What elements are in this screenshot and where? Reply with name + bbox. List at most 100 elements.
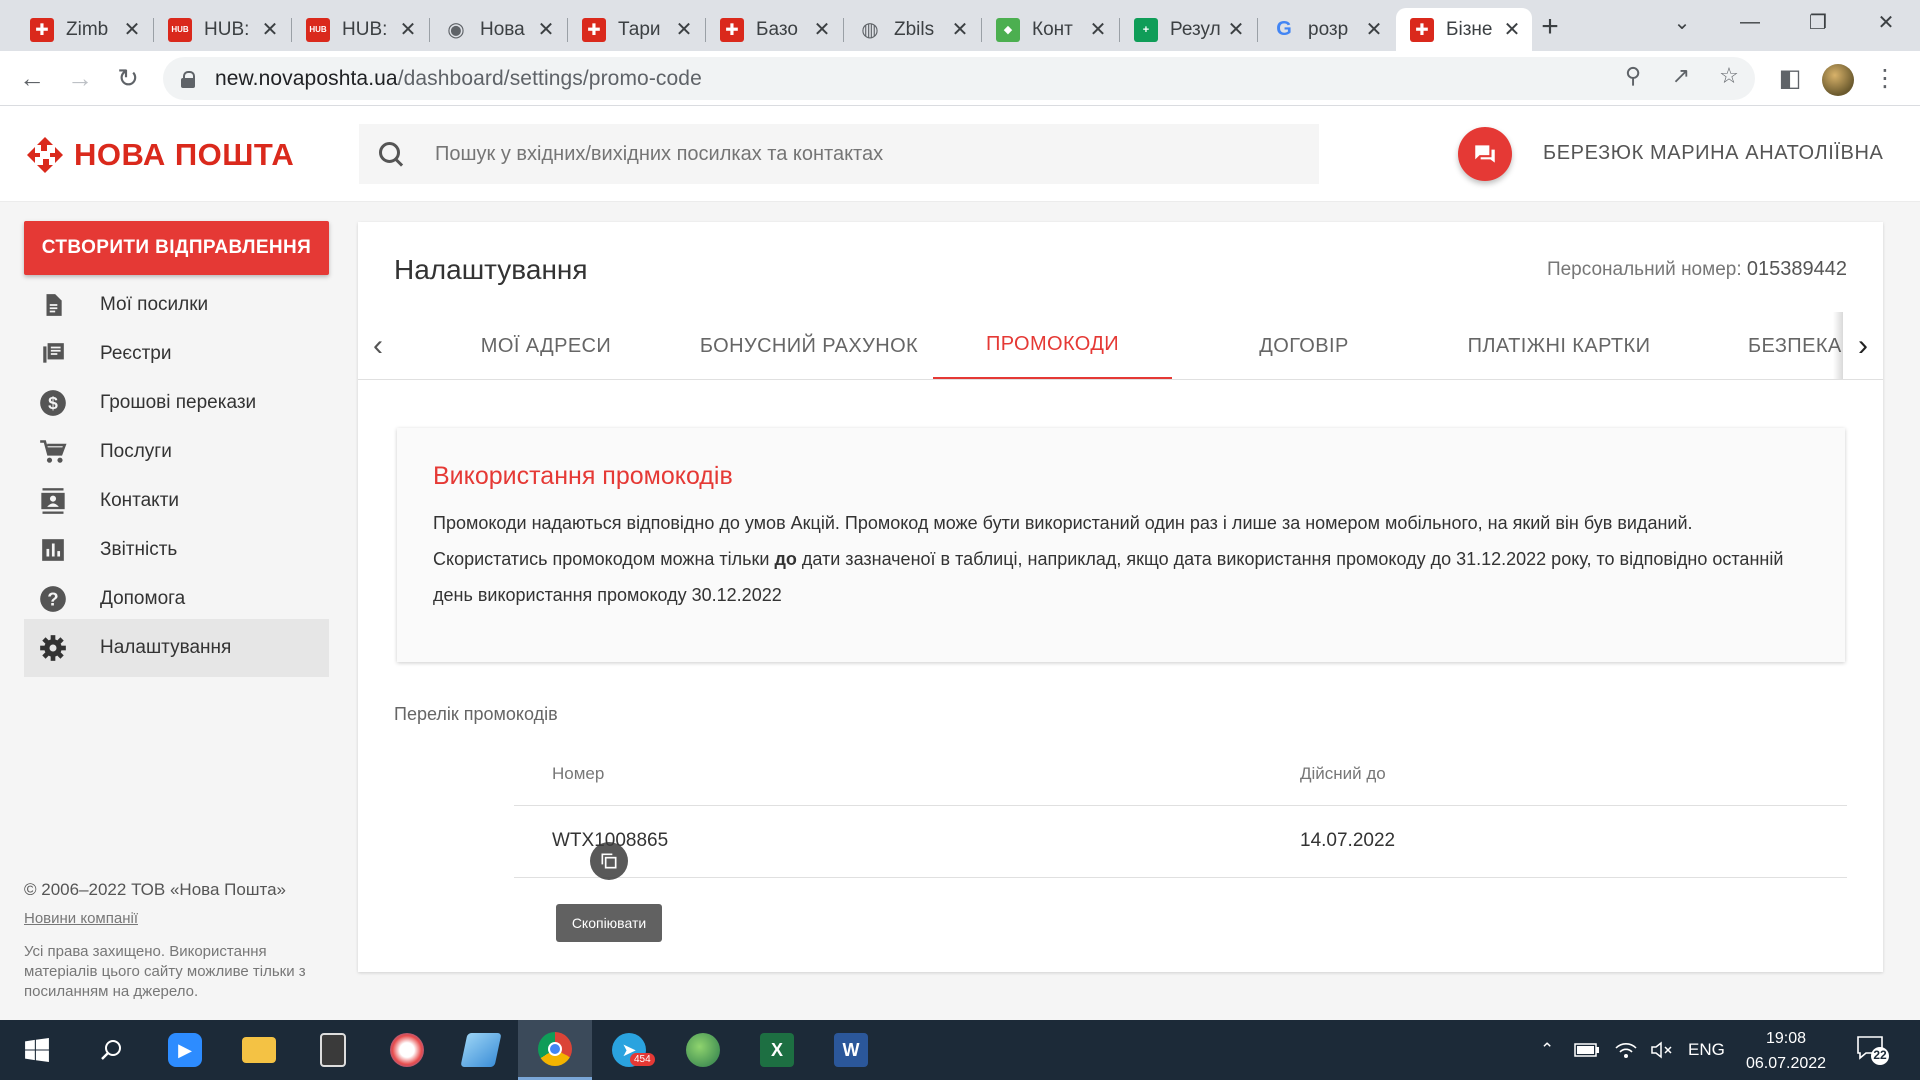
tab-close-icon[interactable]: ✕: [812, 17, 832, 42]
search-input[interactable]: [435, 142, 1315, 166]
share-icon[interactable]: ↗: [1666, 63, 1696, 89]
page-title: Налаштування: [394, 254, 588, 285]
column-header-valid-until[interactable]: Дійсний до: [1300, 764, 1386, 784]
sidebar-item-label: Допомога: [100, 588, 186, 609]
notes-app[interactable]: [444, 1020, 518, 1080]
telegram-app[interactable]: ➤ 454: [592, 1020, 666, 1080]
word-icon: W: [834, 1033, 868, 1067]
browser-tab-title: Конт: [1032, 18, 1073, 40]
word-app[interactable]: W: [814, 1020, 888, 1080]
list-icon: [38, 339, 68, 369]
browser-tab[interactable]: HUB HUB: ✕: [292, 8, 428, 51]
address-bar: ← → ↻ new.novaposhta.ua/dashboard/settin…: [0, 51, 1920, 106]
tab-my-addresses[interactable]: МОЇ АДРЕСИ: [438, 312, 654, 379]
paint-app[interactable]: [370, 1020, 444, 1080]
tab-label: ПЛАТІЖНІ КАРТКИ: [1467, 334, 1651, 357]
tab-close-icon[interactable]: ✕: [1088, 17, 1108, 42]
tab-promo-codes[interactable]: ПРОМОКОДИ: [933, 312, 1172, 379]
sidebar-item-label: Реєстри: [100, 343, 172, 364]
tab-close-icon[interactable]: ✕: [536, 17, 556, 42]
browser-tab[interactable]: ◆ Конт ✕: [982, 8, 1118, 51]
zoom-app[interactable]: ▶: [148, 1020, 222, 1080]
novaposhta-icon: ✚: [720, 17, 744, 42]
notification-center-icon[interactable]: 22: [1856, 1034, 1890, 1066]
colorful-icon: ◆: [996, 17, 1020, 42]
clock-date: 06.07.2022: [1745, 1055, 1827, 1072]
url-omnibox[interactable]: new.novaposhta.ua/dashboard/settings/pro…: [163, 57, 1755, 100]
tab-contract[interactable]: ДОГОВІР: [1193, 312, 1415, 379]
tab-bonus-account[interactable]: БОНУСНИЙ РАХУНОК: [676, 312, 942, 379]
clock[interactable]: 19:08 06.07.2022: [1736, 1026, 1836, 1076]
browser-tab[interactable]: ✚ Zimb ✕: [16, 8, 152, 51]
sidebar-item-settings[interactable]: Налаштування: [24, 619, 329, 677]
chat-button[interactable]: [1458, 127, 1512, 181]
tray-chevron-icon[interactable]: ⌃: [1540, 1020, 1554, 1080]
user-name[interactable]: БЕРЕЗЮК МАРИНА АНАТОЛІЇВНА: [1543, 142, 1883, 165]
tab-close-icon[interactable]: ✕: [950, 17, 970, 42]
battery-icon[interactable]: [1574, 1020, 1600, 1080]
reload-icon[interactable]: ↻: [110, 60, 146, 96]
language-indicator[interactable]: ENG: [1688, 1020, 1725, 1080]
tab-close-icon[interactable]: ✕: [260, 17, 280, 42]
search-icon: [101, 1040, 121, 1060]
side-panel-icon[interactable]: ◧: [1773, 61, 1807, 95]
settings-card: Налаштування Персональний номер: 0153894…: [358, 222, 1883, 972]
copy-button[interactable]: [590, 842, 628, 880]
new-tab-button[interactable]: +: [1530, 10, 1570, 44]
menu-kebab-icon[interactable]: ⋮: [1868, 61, 1902, 95]
wifi-icon[interactable]: [1614, 1020, 1638, 1080]
info-title: Використання промокодів: [433, 462, 733, 490]
browser-tab[interactable]: HUB HUB: ✕: [154, 8, 290, 51]
taskbar-search[interactable]: [74, 1020, 148, 1080]
restore-icon[interactable]: ❐: [1784, 0, 1852, 44]
browser-tab[interactable]: ✚ Базо ✕: [706, 8, 842, 51]
tab-close-icon[interactable]: ✕: [1226, 17, 1246, 42]
tab-close-icon[interactable]: ✕: [1364, 17, 1384, 42]
browser-tab-title: Нова: [480, 18, 525, 40]
novaposhta-logo[interactable]: НОВА ПОШТА: [26, 136, 294, 174]
chrome-app[interactable]: [518, 1020, 592, 1080]
tabs-scroll-right-icon[interactable]: ›: [1843, 312, 1883, 379]
tab-close-icon[interactable]: ✕: [674, 17, 694, 42]
tab-payment-cards[interactable]: ПЛАТІЖНІ КАРТКИ: [1428, 312, 1690, 379]
zoom-icon: ▶: [168, 1033, 202, 1067]
browser-tab[interactable]: ✚ Тари ✕: [568, 8, 704, 51]
browser-tab[interactable]: ✚ Бізне ✕: [1396, 8, 1532, 51]
browser-app[interactable]: [666, 1020, 740, 1080]
app-header: НОВА ПОШТА БЕРЕЗЮК МАРИНА АНАТОЛІЇВНА: [0, 106, 1920, 202]
tab-close-icon[interactable]: ✕: [398, 17, 418, 42]
promo-table: Номер Дійсний до WTX1008865 14.07.2022: [514, 740, 1847, 878]
search-box[interactable]: [359, 124, 1319, 184]
tab-search-icon[interactable]: ⌄: [1648, 0, 1716, 44]
close-window-icon[interactable]: ✕: [1852, 0, 1920, 44]
gear-icon: [38, 633, 68, 663]
tab-close-icon[interactable]: ✕: [1502, 17, 1522, 42]
company-news-link[interactable]: Новини компанії: [24, 910, 138, 927]
browser-tab[interactable]: ◍ Zbils ✕: [844, 8, 980, 51]
copy-icon: [601, 853, 617, 869]
search-icon[interactable]: [379, 142, 403, 166]
browser-tab[interactable]: ◉ Нова ✕: [430, 8, 566, 51]
browser-tab[interactable]: + Резул ✕: [1120, 8, 1256, 51]
chrome-icon: ◉: [447, 19, 465, 41]
back-icon[interactable]: ←: [14, 60, 50, 96]
file-explorer-app[interactable]: [222, 1020, 296, 1080]
key-icon[interactable]: ⚲: [1618, 63, 1648, 89]
tab-close-icon[interactable]: ✕: [122, 17, 142, 42]
bookmark-star-icon[interactable]: ☆: [1714, 63, 1744, 89]
minimize-icon[interactable]: —: [1716, 0, 1784, 44]
url-text[interactable]: new.novaposhta.ua/dashboard/settings/pro…: [215, 67, 702, 91]
promo-info-card: Використання промокодів Промокоди надают…: [397, 428, 1845, 662]
calculator-app[interactable]: [296, 1020, 370, 1080]
profile-avatar[interactable]: [1822, 64, 1854, 96]
forward-icon[interactable]: →: [62, 60, 98, 96]
globe-icon: [686, 1033, 720, 1067]
browser-tab[interactable]: Gрозр ✕: [1258, 8, 1394, 51]
create-shipment-button[interactable]: СТВОРИТИ ВІДПРАВЛЕННЯ: [24, 221, 329, 275]
column-header-number[interactable]: Номер: [552, 764, 604, 784]
excel-app[interactable]: X: [740, 1020, 814, 1080]
start-button[interactable]: [0, 1020, 74, 1080]
windows-logo-icon: [25, 1037, 49, 1063]
volume-muted-icon[interactable]: [1650, 1020, 1674, 1080]
tabs-scroll-left-icon[interactable]: ‹: [358, 312, 398, 379]
